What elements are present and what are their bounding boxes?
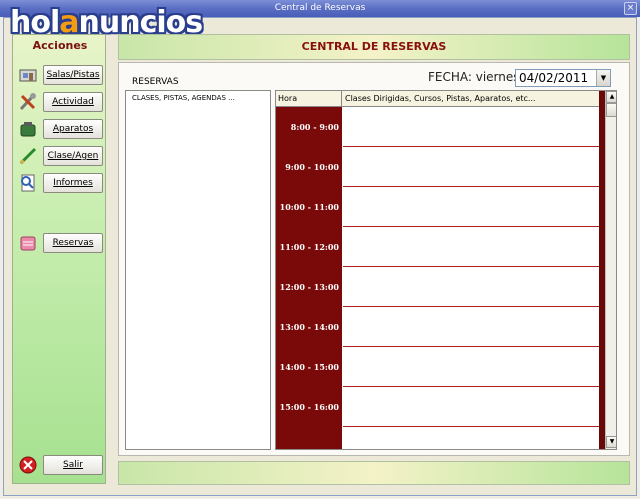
list-item[interactable]: CLASES, PISTAS, AGENDAS ... — [132, 94, 235, 102]
actividad-button[interactable]: Actividad — [43, 92, 103, 112]
informes-button[interactable]: Informes — [43, 173, 103, 193]
schedule-grid: Hora Clases Dirigidas, Cursos, Pistas, A… — [275, 90, 617, 450]
actions-sidebar: Acciones Salas/Pistas Actividad Aparatos… — [12, 34, 106, 484]
schedule-slot[interactable] — [343, 227, 599, 267]
page-title: CENTRAL DE RESERVAS — [118, 34, 630, 60]
salas-pistas-button[interactable]: Salas/Pistas — [43, 65, 103, 85]
scroll-up-icon[interactable]: ▲ — [606, 91, 616, 103]
time-slot-label: 8:00 - 9:00 — [290, 122, 339, 132]
reports-icon — [21, 174, 35, 192]
time-slot-label: 13:00 - 14:00 — [279, 322, 339, 332]
time-slot-label: 10:00 - 11:00 — [279, 202, 339, 212]
agenda-icon — [19, 147, 37, 165]
window-title: Central de Reservas — [274, 3, 366, 13]
date-select[interactable]: 04/02/2011 ▼ — [515, 69, 611, 87]
time-slot-label: 9:00 - 10:00 — [285, 162, 339, 172]
date-value: 04/02/2011 — [519, 71, 589, 85]
reservation-types-list[interactable]: CLASES, PISTAS, AGENDAS ... — [125, 90, 271, 450]
equipment-icon — [20, 122, 36, 137]
tools-icon — [19, 93, 36, 111]
time-slot-label: 12:00 - 13:00 — [279, 282, 339, 292]
exit-icon — [19, 456, 37, 474]
reservations-icon — [20, 236, 36, 251]
grid-header: Hora Clases Dirigidas, Cursos, Pistas, A… — [276, 91, 599, 107]
scroll-thumb[interactable] — [606, 103, 616, 117]
clase-agen-button[interactable]: Clase/Agen — [43, 146, 103, 166]
schedule-slot[interactable] — [343, 147, 599, 187]
schedule-slot[interactable] — [343, 387, 599, 427]
time-slot-label: 15:00 - 16:00 — [279, 402, 339, 412]
close-window-button[interactable]: × — [624, 2, 637, 15]
column-header-clases[interactable]: Clases Dirigidas, Cursos, Pistas, Aparat… — [343, 91, 599, 107]
fecha-label: FECHA: viernes — [428, 70, 520, 84]
aparatos-button[interactable]: Aparatos — [43, 119, 103, 139]
status-bar — [118, 461, 630, 485]
salir-button[interactable]: Salir — [43, 455, 103, 475]
time-slot-label: 11:00 - 12:00 — [279, 242, 339, 252]
hour-column: 8:00 - 9:00 9:00 - 10:00 10:00 - 11:00 1… — [276, 107, 342, 449]
rooms-icon — [19, 69, 37, 82]
column-header-hora[interactable]: Hora — [276, 91, 342, 107]
schedule-slot[interactable] — [343, 187, 599, 227]
chevron-down-icon[interactable]: ▼ — [596, 70, 610, 86]
reservas-label: RESERVAS — [132, 77, 179, 87]
reservas-button[interactable]: Reservas — [43, 233, 103, 253]
schedule-slot[interactable] — [343, 107, 599, 147]
schedule-slot[interactable] — [343, 347, 599, 387]
schedule-slot[interactable] — [343, 267, 599, 307]
vertical-scrollbar[interactable]: ▲ ▼ — [605, 91, 616, 449]
scroll-down-icon[interactable]: ▼ — [606, 436, 616, 448]
sidebar-title: Acciones — [32, 39, 88, 52]
time-slot-label: 14:00 - 15:00 — [279, 362, 339, 372]
schedule-slot[interactable] — [343, 307, 599, 347]
